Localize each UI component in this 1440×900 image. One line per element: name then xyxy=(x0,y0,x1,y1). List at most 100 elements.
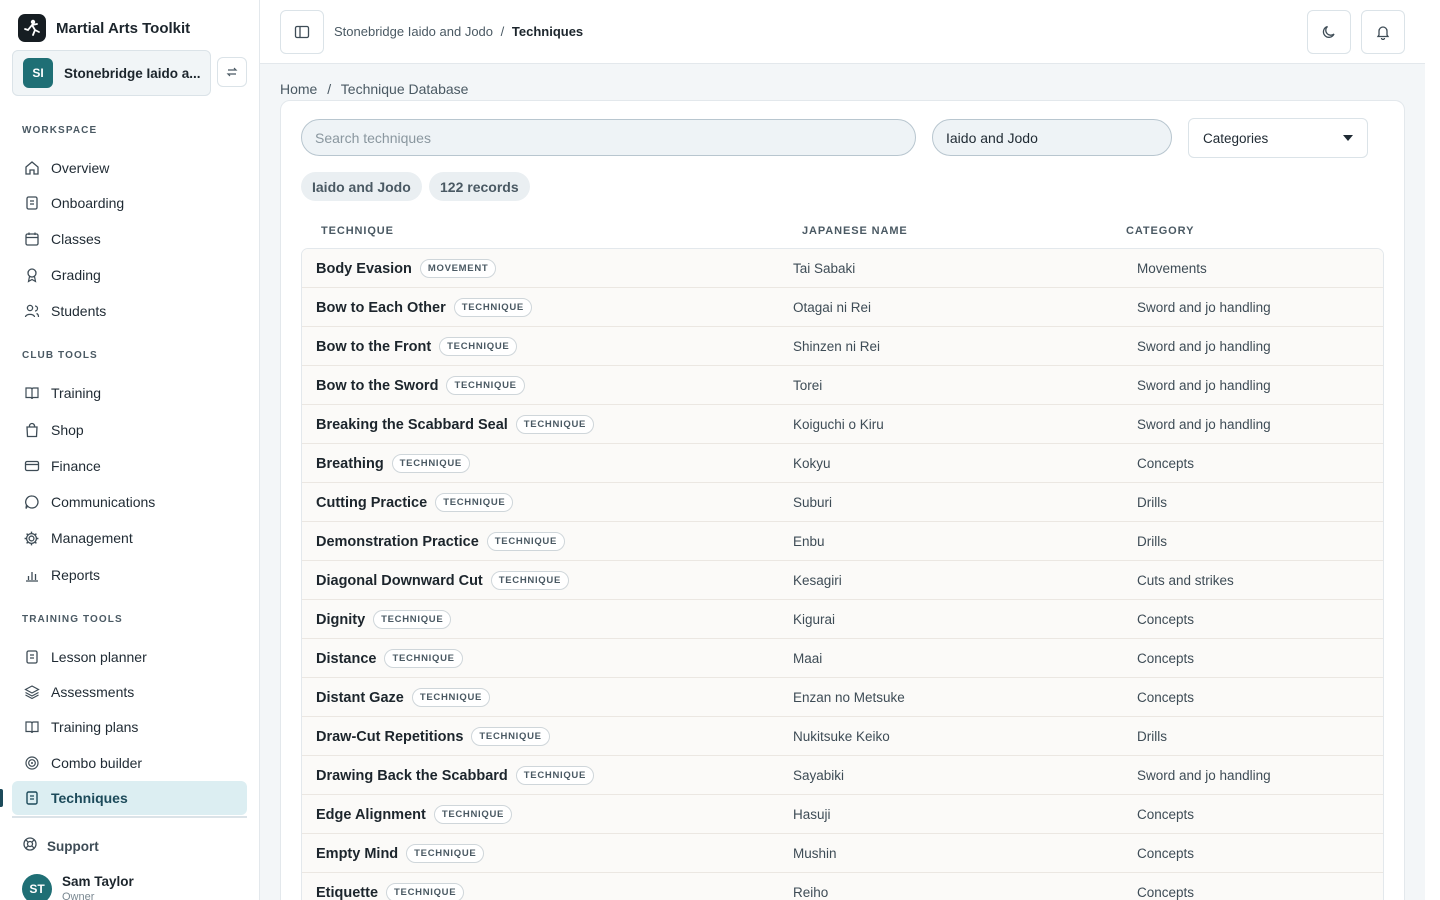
type-badge: TECHNIQUE xyxy=(433,805,513,824)
sidebar-item-label: Combo builder xyxy=(51,755,143,771)
table-row[interactable]: Bow to Each Other TECHNIQUE Otagai ni Rei… xyxy=(302,288,1383,327)
technique-table: Body Evasion MOVEMENT Tai Sabaki Movement… xyxy=(301,248,1384,900)
type-badge: TECHNIQUE xyxy=(490,571,569,590)
technique-name: Bow to the Sword xyxy=(316,377,439,394)
sidebar-item-label: Onboarding xyxy=(51,195,125,211)
shopping-bag-icon xyxy=(23,422,40,439)
sidebar-item-label: Training plans xyxy=(51,719,139,735)
breadcrumb-home[interactable]: Home xyxy=(280,81,317,97)
table-row[interactable]: Body Evasion MOVEMENT Tai Sabaki Movement… xyxy=(302,249,1383,288)
switch-club-button[interactable] xyxy=(217,57,247,87)
sidebar-item-training-plans[interactable]: Training plans xyxy=(12,710,247,744)
page-scrollbar[interactable] xyxy=(1425,0,1440,900)
technique-name: Diagonal Downward Cut xyxy=(316,572,483,589)
table-row[interactable]: Distant Gaze TECHNIQUE Enzan no Metsuke C… xyxy=(302,678,1383,717)
table-row[interactable]: Breathing TECHNIQUE Kokyu Concepts xyxy=(302,444,1383,483)
technique-name: Dignity xyxy=(316,611,366,628)
sidebar-panel-icon xyxy=(294,25,310,39)
table-row[interactable]: Demonstration Practice TECHNIQUE Enbu Dri… xyxy=(302,522,1383,561)
users-icon xyxy=(23,303,40,320)
table-row[interactable]: Bow to the Sword TECHNIQUE Torei Sword an… xyxy=(302,366,1383,405)
table-row[interactable]: Diagonal Downward Cut TECHNIQUE Kesagiri … xyxy=(302,561,1383,600)
type-badge: MOVEMENT xyxy=(419,259,497,278)
japanese-name: Kesagiri xyxy=(793,573,842,588)
table-row[interactable]: Dignity TECHNIQUE Kigurai Concepts xyxy=(302,600,1383,639)
category-select[interactable]: Categories xyxy=(1188,118,1368,158)
sidebar-item-students[interactable]: Students xyxy=(12,294,247,328)
sidebar-item-assessments[interactable]: Assessments xyxy=(12,675,247,709)
breadcrumb-current: Techniques xyxy=(511,24,584,39)
sidebar-item-grading[interactable]: Grading xyxy=(12,258,247,292)
technique-name: Drawing Back the Scabbard xyxy=(316,767,508,784)
technique-name: Draw-Cut Repetitions xyxy=(316,728,464,745)
type-badge: TECHNIQUE xyxy=(386,883,465,900)
sidebar-item-finance[interactable]: Finance xyxy=(12,449,247,483)
table-row[interactable]: Edge Alignment TECHNIQUE Hasuji Concepts xyxy=(302,795,1383,834)
club-name: Stonebridge Iaido a... xyxy=(64,65,201,81)
table-row[interactable]: Distance TECHNIQUE Maai Concepts xyxy=(302,639,1383,678)
category-select-label: Categories xyxy=(1203,130,1269,146)
technique-name: Bow to the Front xyxy=(316,338,432,355)
column-header-category[interactable]: CATEGORY xyxy=(1126,225,1194,237)
japanese-name: Sayabiki xyxy=(793,768,845,783)
table-row[interactable]: Breaking the Scabbard Seal TECHNIQUE Koig… xyxy=(302,405,1383,444)
category-cell: Concepts xyxy=(1137,885,1195,900)
sidebar-item-label: Classes xyxy=(51,231,101,247)
sidebar-toggle-button[interactable] xyxy=(280,10,324,54)
japanese-name: Otagai ni Rei xyxy=(793,300,872,315)
sidebar-item-techniques[interactable]: Techniques xyxy=(12,781,247,815)
club-switcher[interactable]: SI Stonebridge Iaido a... xyxy=(12,50,211,96)
category-cell: Concepts xyxy=(1137,456,1195,471)
category-cell: Concepts xyxy=(1137,651,1195,666)
notifications-button[interactable] xyxy=(1361,10,1405,54)
breadcrumb-parent[interactable]: Stonebridge Iaido and Jodo xyxy=(334,24,493,39)
style-filter-input[interactable]: Iaido and Jodo xyxy=(932,119,1172,156)
table-row[interactable]: Cutting Practice TECHNIQUE Suburi Drills xyxy=(302,483,1383,522)
sidebar-item-label: Techniques xyxy=(51,790,128,806)
sidebar-item-classes[interactable]: Classes xyxy=(12,222,247,256)
table-row[interactable]: Drawing Back the Scabbard TECHNIQUE Sayab… xyxy=(302,756,1383,795)
type-badge: TECHNIQUE xyxy=(471,727,550,746)
sidebar-item-training[interactable]: Training xyxy=(12,376,247,410)
category-cell: Concepts xyxy=(1137,846,1195,861)
sidebar-item-label: Grading xyxy=(51,267,101,283)
sidebar-item-management[interactable]: Management xyxy=(12,521,247,555)
sidebar-item-shop[interactable]: Shop xyxy=(12,413,247,447)
table-row[interactable]: Empty Mind TECHNIQUE Mushin Concepts xyxy=(302,834,1383,873)
sidebar-item-label: Assessments xyxy=(51,684,135,700)
sidebar-item-communications[interactable]: Communications xyxy=(12,485,247,519)
sidebar-item-overview[interactable]: Overview xyxy=(12,151,247,185)
category-cell: Sword and jo handling xyxy=(1137,339,1271,354)
sidebar-item-lesson-planner[interactable]: Lesson planner xyxy=(12,640,247,674)
table-row[interactable]: Draw-Cut Repetitions TECHNIQUE Nukitsuke … xyxy=(302,717,1383,756)
category-cell: Sword and jo handling xyxy=(1137,417,1271,432)
sidebar-item-label: Reports xyxy=(51,567,101,583)
search-input[interactable] xyxy=(301,119,916,156)
sidebar-item-label: Students xyxy=(51,303,107,319)
sidebar-item-onboarding[interactable]: Onboarding xyxy=(12,186,247,220)
theme-toggle-button[interactable] xyxy=(1307,10,1351,54)
award-icon xyxy=(23,267,40,284)
column-header-japanese-name[interactable]: JAPANESE NAME xyxy=(802,225,908,237)
technique-name: Demonstration Practice xyxy=(316,533,479,550)
sidebar-item-combo-builder[interactable]: Combo builder xyxy=(12,746,247,780)
japanese-name: Kigurai xyxy=(793,612,836,627)
type-badge: TECHNIQUE xyxy=(435,493,514,512)
support-link[interactable]: Support xyxy=(22,836,99,857)
lifebuoy-icon xyxy=(22,836,38,857)
column-header-technique[interactable]: TECHNIQUE xyxy=(321,225,394,237)
technique-name: Cutting Practice xyxy=(316,494,428,511)
technique-name: Breathing xyxy=(316,455,384,472)
table-row[interactable]: Etiquette TECHNIQUE Reiho Concepts xyxy=(302,873,1383,900)
type-badge: TECHNIQUE xyxy=(439,337,518,356)
bar-chart-icon xyxy=(23,567,40,584)
breadcrumb-separator: / xyxy=(327,81,332,97)
type-badge: TECHNIQUE xyxy=(446,376,525,395)
sidebar-item-reports[interactable]: Reports xyxy=(12,558,247,592)
table-row[interactable]: Bow to the Front TECHNIQUE Shinzen ni Rei… xyxy=(302,327,1383,366)
sidebar-item-label: Lesson planner xyxy=(51,649,147,665)
category-cell: Sword and jo handling xyxy=(1137,378,1271,393)
user-profile[interactable]: ST Sam Taylor Owner xyxy=(22,874,134,900)
app-title: Martial Arts Toolkit xyxy=(56,19,191,37)
user-name: Sam Taylor xyxy=(62,874,134,889)
